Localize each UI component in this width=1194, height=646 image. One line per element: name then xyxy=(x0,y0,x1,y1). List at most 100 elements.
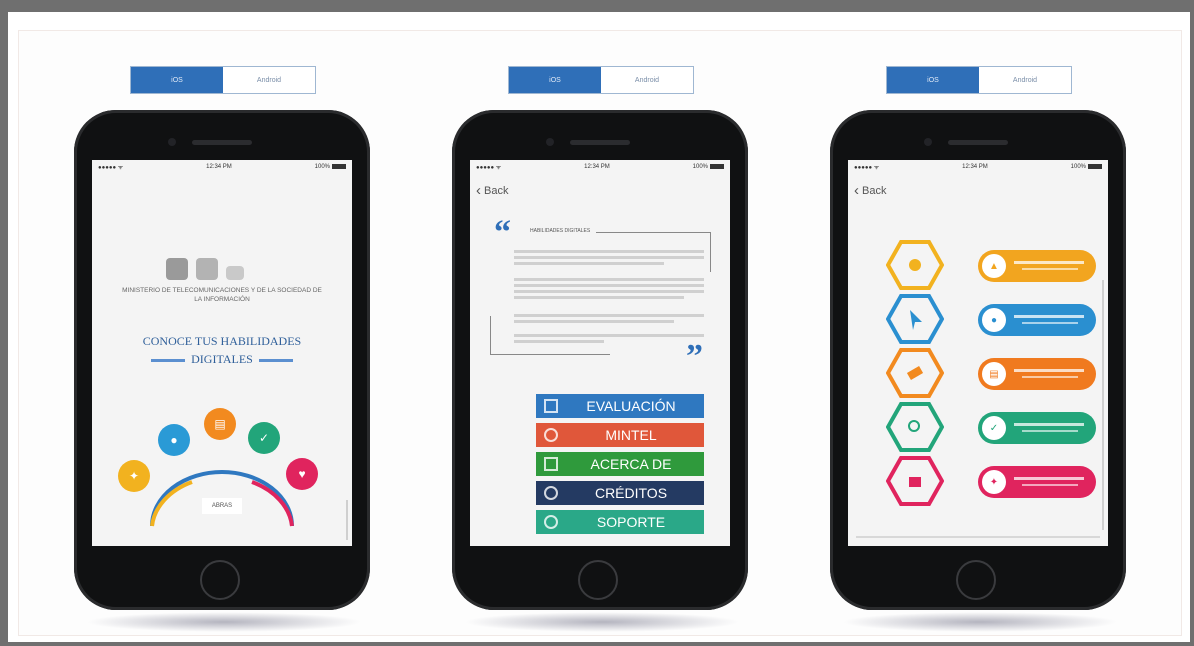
close-quote-icon: ” xyxy=(686,338,703,375)
home-screen: ●●●●● ᯤ 12:34 PM 100% MINISTERIO DE TELE… xyxy=(92,160,352,546)
android-tab[interactable]: Android xyxy=(979,67,1071,93)
skill-bubble-blue[interactable]: ● xyxy=(158,424,190,456)
pill-text xyxy=(1022,322,1078,324)
skill-bubble-yellow[interactable]: ✦ xyxy=(118,460,150,492)
pill-text xyxy=(1022,484,1078,486)
back-button[interactable]: ‹ Back xyxy=(854,182,886,199)
laptop-logo-icon xyxy=(226,266,244,280)
arc-center-label: ABRAS xyxy=(202,498,242,514)
paragraph-line xyxy=(514,314,704,317)
scrollbar[interactable] xyxy=(346,500,348,540)
skill-pill-green[interactable]: ✓ xyxy=(978,412,1096,444)
ios-tab[interactable]: iOS xyxy=(887,67,979,93)
skill-pill-blue[interactable]: ● xyxy=(978,304,1096,336)
quote-rule xyxy=(490,316,491,354)
pill-text xyxy=(1014,261,1084,264)
skills-arc xyxy=(150,470,294,527)
pill-text xyxy=(1022,268,1078,270)
credits-icon xyxy=(544,486,558,500)
ios-tab[interactable]: iOS xyxy=(509,67,601,93)
whatsapp-icon xyxy=(544,515,558,529)
shopping-bag-icon xyxy=(909,477,921,487)
platform-toggle[interactable]: iOS Android xyxy=(508,66,694,94)
status-bar: ●●●●● ᯤ 12:34 PM 100% xyxy=(848,160,1108,174)
status-time: 12:34 PM xyxy=(962,164,988,170)
platform-toggle[interactable]: iOS Android xyxy=(130,66,316,94)
skill-pill-orange[interactable]: ▤ xyxy=(978,358,1096,390)
phone-shadow xyxy=(842,612,1118,632)
phone-mockup-home: ●●●●● ᯤ 12:34 PM 100% MINISTERIO DE TELE… xyxy=(74,110,370,610)
check-icon: ✓ xyxy=(258,431,270,445)
status-time: 12:34 PM xyxy=(206,164,232,170)
phone-shadow xyxy=(86,612,362,632)
battery-icon xyxy=(332,163,346,169)
pill-text xyxy=(1014,315,1084,318)
earpiece xyxy=(192,140,252,145)
hexagon-yellow[interactable] xyxy=(886,240,944,290)
list-icon xyxy=(544,399,558,413)
front-camera xyxy=(168,138,176,146)
soporte-button[interactable]: SOPORTE xyxy=(536,510,704,534)
platform-toggle[interactable]: iOS Android xyxy=(886,66,1072,94)
home-button[interactable] xyxy=(578,560,618,600)
front-camera xyxy=(924,138,932,146)
footnote-text xyxy=(856,536,1100,538)
soporte-label: SOPORTE xyxy=(596,514,666,530)
pill-text xyxy=(1022,430,1078,432)
search-icon xyxy=(908,420,920,432)
battery-icon xyxy=(710,163,724,169)
app-title: CONOCE TUS HABILIDADES DIGITALES xyxy=(102,332,342,368)
shield-icon: ✓ xyxy=(982,416,1006,440)
hexagon-blue[interactable] xyxy=(886,294,944,344)
battery-indicator: 100% xyxy=(1071,163,1102,170)
android-tab[interactable]: Android xyxy=(601,67,693,93)
mintel-button[interactable]: MINTEL xyxy=(536,423,704,447)
acerca-de-button[interactable]: ACERCA DE xyxy=(536,452,704,476)
decorative-line xyxy=(151,358,186,362)
back-label: Back xyxy=(484,185,509,197)
status-bar: ●●●●● ᯤ 12:34 PM 100% xyxy=(470,160,730,174)
evaluacion-label: EVALUACIÓN xyxy=(586,398,676,414)
back-button[interactable]: ‹ Back xyxy=(476,182,508,199)
ministry-name: MINISTERIO DE TELECOMUNICACIONES Y DE LA… xyxy=(122,287,322,303)
pencil-icon xyxy=(906,366,924,380)
evaluacion-button[interactable]: EVALUACIÓN xyxy=(536,394,704,418)
intro-quote: “ HABILIDADES DIGITALES ” xyxy=(490,214,711,375)
android-tab[interactable]: Android xyxy=(223,67,315,93)
paragraph-line xyxy=(514,262,664,265)
headline-line-1: CONOCE TUS HABILIDADES xyxy=(142,334,302,348)
heart-icon: ♥ xyxy=(298,467,306,481)
hexagon-green[interactable] xyxy=(886,402,944,452)
ios-tab[interactable]: iOS xyxy=(131,67,223,93)
skill-bubble-red[interactable]: ♥ xyxy=(286,458,318,490)
phone-mockup-skills: ●●●●● ᯤ 12:34 PM 100% ‹ Back ▲ ● ▤ ✓ ✦ xyxy=(830,110,1126,610)
scrollbar[interactable] xyxy=(1102,280,1104,530)
pill-text xyxy=(1022,376,1078,378)
lightbulb-icon: ✦ xyxy=(128,469,140,483)
paragraph-line xyxy=(514,278,704,281)
hexagon-orange[interactable] xyxy=(886,348,944,398)
quote-rule xyxy=(710,232,711,272)
home-button[interactable] xyxy=(200,560,240,600)
pill-text xyxy=(1014,423,1084,426)
acerca-de-label: ACERCA DE xyxy=(590,456,672,472)
creditos-button[interactable]: CRÉDITOS xyxy=(536,481,704,505)
tree-logo-icon xyxy=(166,258,188,280)
carrier-signal: ●●●●● ᯤ xyxy=(98,165,124,171)
battery-indicator: 100% xyxy=(315,163,346,170)
skill-pill-yellow[interactable]: ▲ xyxy=(978,250,1096,282)
hexagon-red[interactable] xyxy=(886,456,944,506)
skills-screen: ●●●●● ᯤ 12:34 PM 100% ‹ Back ▲ ● ▤ ✓ ✦ xyxy=(848,160,1108,546)
headline-line-2-row: DIGITALES xyxy=(102,350,342,368)
chevron-left-icon: ‹ xyxy=(476,182,481,199)
mintel-label: MINTEL xyxy=(605,427,657,443)
skill-pill-red[interactable]: ✦ xyxy=(978,466,1096,498)
home-button[interactable] xyxy=(956,560,996,600)
phone-mockup-menu: ●●●●● ᯤ 12:34 PM 100% ‹ Back “ HABILIDADE… xyxy=(452,110,748,610)
decorative-line xyxy=(258,358,293,362)
status-time: 12:34 PM xyxy=(584,164,610,170)
document-icon: ▤ xyxy=(214,417,226,431)
skill-bubble-green[interactable]: ✓ xyxy=(248,422,280,454)
skill-bubble-orange[interactable]: ▤ xyxy=(204,408,236,440)
chevron-left-icon: ‹ xyxy=(854,182,859,199)
